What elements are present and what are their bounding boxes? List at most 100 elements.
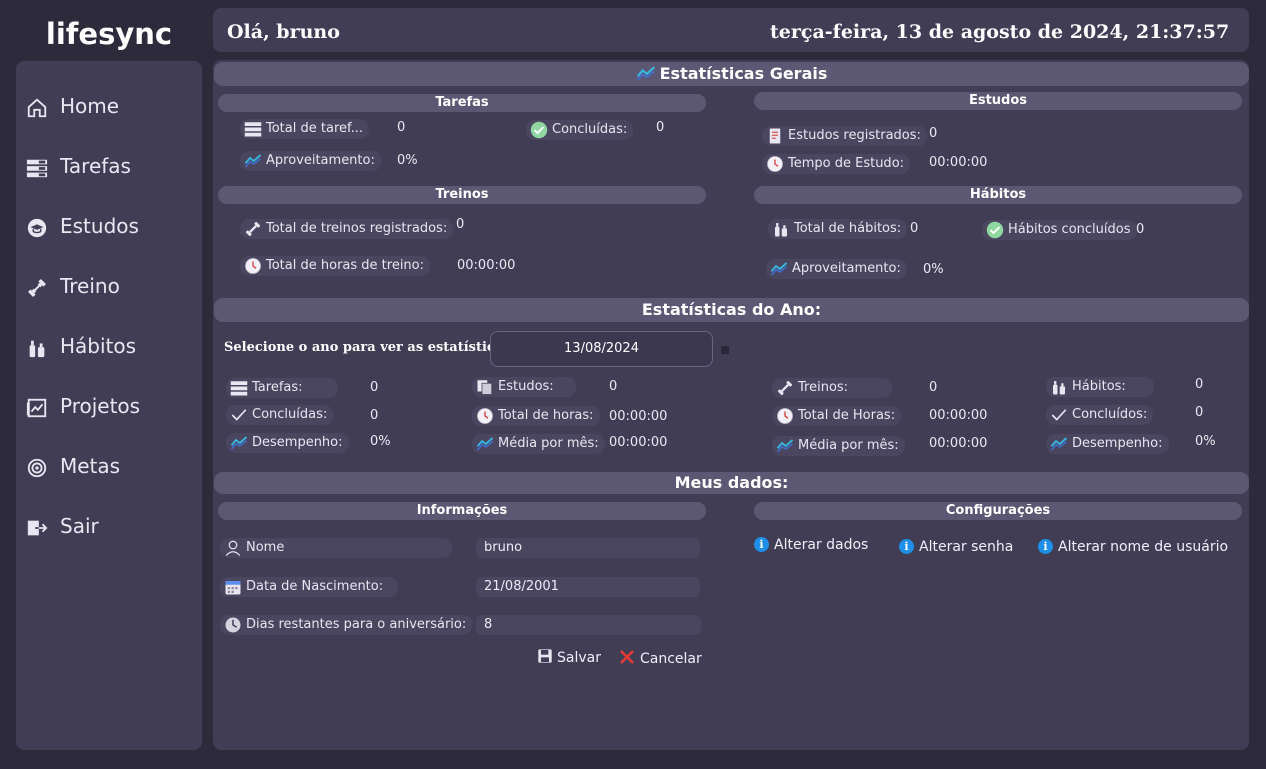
estudos-count-value: 0 bbox=[929, 126, 938, 141]
year-tarefas-perf-label: Desempenho: bbox=[226, 433, 349, 453]
year-estudos-avg-label: Média por mês: bbox=[472, 434, 605, 454]
year-date-input[interactable]: 13/08/2024 bbox=[490, 331, 713, 367]
tarefas-total-label: Total de taref... bbox=[240, 119, 370, 139]
year-treinos-avg-label: Média por mês: bbox=[772, 436, 905, 456]
treinos-hours-label: Total de horas de treino: bbox=[240, 256, 431, 276]
habitos-perf-value: 0% bbox=[923, 262, 944, 277]
bottles-icon bbox=[1050, 378, 1068, 396]
tarefas-perf-value: 0% bbox=[397, 153, 418, 168]
logout-icon bbox=[26, 517, 48, 539]
label-text: Concluídas: bbox=[552, 122, 628, 137]
graduation-icon bbox=[26, 217, 48, 239]
sidebar-item-estudos[interactable]: Estudos bbox=[26, 211, 139, 241]
label-text: Estudos: bbox=[498, 379, 554, 394]
year-estudos-hours-label: Total de horas: bbox=[472, 406, 600, 426]
field-value: bruno bbox=[484, 540, 523, 555]
section-title: Estatísticas Gerais bbox=[659, 64, 828, 83]
cancel-button[interactable]: Cancelar bbox=[618, 648, 702, 667]
label-text: Aproveitamento: bbox=[266, 153, 375, 168]
treinos-count-value: 0 bbox=[456, 217, 465, 232]
habitos-count-value: 0 bbox=[910, 221, 919, 236]
year-tarefas-value: 0 bbox=[370, 380, 379, 395]
dumbbell-icon bbox=[26, 277, 48, 299]
year-tarefas-done-value: 0 bbox=[370, 408, 379, 423]
year-estudos-label: Estudos: bbox=[472, 377, 576, 397]
checkmark-icon bbox=[230, 406, 248, 424]
treinos-count-label: Total de treinos registrados: bbox=[240, 219, 454, 239]
info-icon: i bbox=[1038, 539, 1053, 554]
year-estudos-value: 0 bbox=[609, 379, 618, 394]
tarefas-total-value: 0 bbox=[397, 120, 406, 135]
greeting: Olá, bruno bbox=[227, 21, 340, 43]
sidebar-item-label: Estudos bbox=[60, 214, 139, 238]
change-password-link[interactable]: i Alterar senha bbox=[899, 539, 1013, 555]
name-field[interactable]: bruno bbox=[476, 538, 700, 558]
label-text: Hábitos concluídos bbox=[1008, 222, 1131, 237]
treinos-header: Treinos bbox=[218, 186, 706, 204]
habitos-perf-label: Aproveitamento: bbox=[766, 259, 907, 279]
clock-icon bbox=[476, 407, 494, 425]
label-text: Desempenho: bbox=[252, 435, 343, 450]
label-text: Nome bbox=[246, 540, 285, 555]
year-habitos-value: 0 bbox=[1195, 377, 1204, 392]
link-label: Alterar nome de usuário bbox=[1058, 539, 1229, 555]
info-header: Informações bbox=[218, 502, 706, 520]
close-icon bbox=[618, 648, 636, 666]
estudos-time-value: 00:00:00 bbox=[929, 155, 988, 170]
year-habitos-perf-label: Desempenho: bbox=[1046, 434, 1169, 454]
sidebar-item-metas[interactable]: Metas bbox=[26, 451, 120, 481]
treinos-hours-value: 00:00:00 bbox=[457, 258, 516, 273]
chart-icon bbox=[476, 435, 494, 453]
sidebar-item-tarefas[interactable]: Tarefas bbox=[26, 151, 131, 181]
sidebar-item-label: Projetos bbox=[60, 394, 141, 418]
change-data-link[interactable]: i Alterar dados bbox=[754, 537, 868, 553]
sidebar-item-sair[interactable]: Sair bbox=[26, 511, 99, 541]
label-text: Tarefas: bbox=[252, 380, 303, 395]
calendar-icon bbox=[224, 578, 242, 596]
days-field[interactable]: 8 bbox=[476, 615, 701, 635]
year-estudos-avg-value: 00:00:00 bbox=[609, 435, 668, 450]
clock-icon bbox=[776, 407, 794, 425]
label-text: Dias restantes para o aniversário: bbox=[246, 617, 467, 632]
sidebar-item-label: Hábitos bbox=[60, 334, 137, 358]
stats-general-header: Estatísticas Gerais bbox=[214, 62, 1249, 86]
stats-year-header: Estatísticas do Ano: bbox=[214, 298, 1249, 322]
files-icon bbox=[476, 378, 494, 396]
year-treinos-hours-value: 00:00:00 bbox=[929, 408, 988, 423]
target-icon bbox=[26, 457, 48, 479]
year-select-label: Selecione o ano para ver as estatísticas… bbox=[224, 340, 517, 355]
birth-field[interactable]: 21/08/2001 bbox=[476, 577, 700, 597]
clock-icon bbox=[224, 616, 242, 634]
sidebar-item-treino[interactable]: Treino bbox=[26, 271, 120, 301]
chart-icon bbox=[776, 437, 794, 455]
my-data-header: Meus dados: bbox=[214, 472, 1249, 494]
year-tarefas-done-label: Concluídas: bbox=[226, 405, 334, 425]
sidebar-item-label: Treino bbox=[60, 274, 120, 298]
sidebar-item-label: Tarefas bbox=[60, 154, 131, 178]
checkmark-icon bbox=[1050, 406, 1068, 424]
date-value: 13/08/2024 bbox=[564, 341, 639, 356]
year-estudos-hours-value: 00:00:00 bbox=[609, 409, 668, 424]
button-label: Salvar bbox=[557, 650, 601, 666]
label-text: Média por mês: bbox=[798, 438, 899, 453]
label-text: Total de treinos registrados: bbox=[266, 221, 448, 236]
sidebar-item-projetos[interactable]: Projetos bbox=[26, 391, 140, 421]
sidebar-item-habitos[interactable]: Hábitos bbox=[26, 331, 136, 361]
change-username-link[interactable]: i Alterar nome de usuário bbox=[1038, 539, 1228, 555]
current-datetime: terça-feira, 13 de agosto de 2024, 21:37… bbox=[770, 21, 1230, 43]
floppy-disk-icon bbox=[537, 648, 553, 664]
habitos-header: Hábitos bbox=[754, 186, 1242, 204]
year-habitos-done-label: Concluídos: bbox=[1046, 405, 1154, 425]
date-picker-toggle[interactable] bbox=[721, 346, 729, 354]
label-text: Treinos: bbox=[798, 380, 849, 395]
check-circle-icon bbox=[530, 121, 548, 139]
link-label: Alterar dados bbox=[774, 537, 869, 553]
habitos-count-label: Total de hábitos: bbox=[768, 219, 908, 239]
save-button[interactable]: Salvar bbox=[537, 648, 601, 666]
estudos-time-label: Tempo de Estudo: bbox=[762, 154, 911, 174]
info-icon: i bbox=[899, 539, 914, 554]
info-icon: i bbox=[754, 537, 769, 552]
label-text: Concluídos: bbox=[1072, 407, 1148, 422]
user-icon bbox=[224, 539, 242, 557]
sidebar-item-home[interactable]: Home bbox=[26, 91, 119, 121]
